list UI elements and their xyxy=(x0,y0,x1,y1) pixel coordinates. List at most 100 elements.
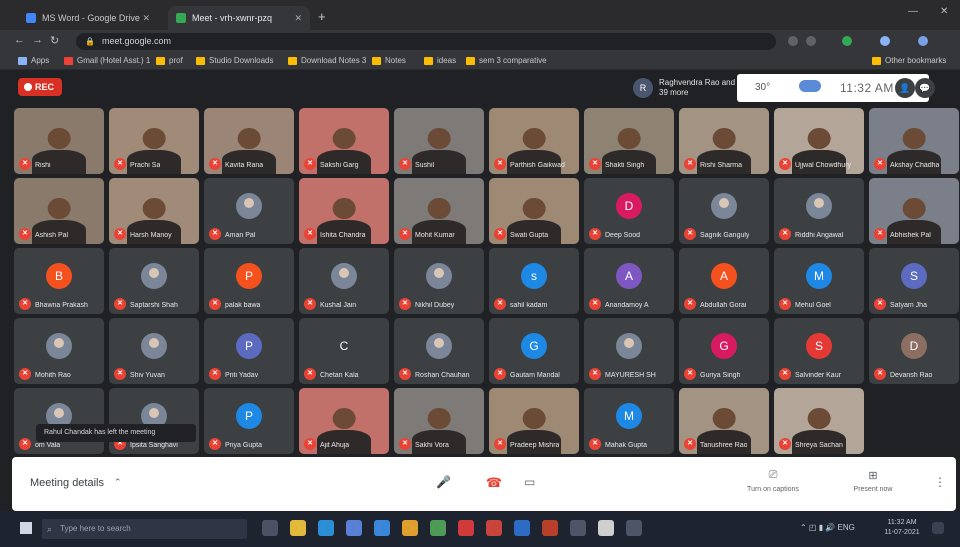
system-tray[interactable]: ⌃ ◰ ▮ 🔊 ENG xyxy=(800,523,855,532)
extension-icon[interactable] xyxy=(880,36,890,46)
task-view-icon[interactable] xyxy=(262,520,278,536)
camera-icon[interactable]: ▭ xyxy=(524,475,535,489)
forward-icon[interactable]: → xyxy=(32,34,43,46)
participant-tile[interactable]: G ✕ Guriya Singh xyxy=(679,318,769,384)
participant-tile[interactable]: P ✕ palak bawa xyxy=(204,248,294,314)
browser-tab[interactable]: MS Word - Google Drive ✕ xyxy=(18,6,158,30)
mail-icon[interactable] xyxy=(374,520,390,536)
app-icon[interactable] xyxy=(542,520,558,536)
browser-tab-active[interactable]: Meet - vrh-xwnr-pzq ✕ xyxy=(168,6,310,30)
participant-tile[interactable]: ✕ Kavita Rana xyxy=(204,108,294,174)
chrome-icon[interactable] xyxy=(430,520,446,536)
microphone-icon[interactable]: 🎤 xyxy=(436,475,451,489)
participant-tile[interactable]: ✕ Ashish Pal xyxy=(14,178,104,244)
participant-tile[interactable]: A ✕ Anandamoy A xyxy=(584,248,674,314)
participant-tile[interactable]: A ✕ Abdullah Gorai xyxy=(679,248,769,314)
participant-tile[interactable]: ✕ Aman Pal xyxy=(204,178,294,244)
file-explorer-icon[interactable] xyxy=(290,520,306,536)
taskbar-search-box[interactable]: ⌕ Type here to search xyxy=(42,519,247,539)
extension-icon[interactable] xyxy=(806,36,816,46)
participant-tile[interactable]: ✕ Roshan Chauhan xyxy=(394,318,484,384)
close-window-icon[interactable]: ✕ xyxy=(940,6,948,17)
bookmark-item[interactable]: Download Notes 3 xyxy=(288,55,366,67)
participant-tile[interactable]: ✕ Ajit Ahuja xyxy=(299,388,389,454)
edge-icon[interactable] xyxy=(318,520,334,536)
chat-icon[interactable]: 💬 xyxy=(915,78,935,98)
address-bar[interactable]: 🔒 meet.google.com xyxy=(76,33,776,50)
participant-tile[interactable]: P ✕ Priya Gupta xyxy=(204,388,294,454)
participant-tile[interactable]: ✕ Saptarshi Shah xyxy=(109,248,199,314)
participant-tile[interactable]: ✕ om Vala xyxy=(14,388,104,454)
people-icon[interactable]: 👤 xyxy=(895,78,915,98)
app-icon[interactable] xyxy=(598,520,614,536)
participant-tile[interactable]: ✕ Nikhil Dubey xyxy=(394,248,484,314)
reload-icon[interactable]: ↻ xyxy=(50,34,59,47)
participant-tile[interactable]: s ✕ sahil kadam xyxy=(489,248,579,314)
participant-tile[interactable]: ✕ Sakhi Vora xyxy=(394,388,484,454)
app-icon[interactable] xyxy=(402,520,418,536)
participant-tile[interactable]: C ✕ Chetan Kala xyxy=(299,318,389,384)
participant-tile[interactable]: P ✕ Priti Yadav xyxy=(204,318,294,384)
bookmark-item[interactable]: prof xyxy=(156,55,183,67)
more-options-icon[interactable]: ⋮ xyxy=(934,475,946,489)
participant-tile[interactable]: ✕ Rishi Sharma xyxy=(679,108,769,174)
participant-tile[interactable]: S ✕ Salvinder Kaur xyxy=(774,318,864,384)
present-button[interactable]: ⊞ Present now xyxy=(838,469,908,493)
participant-tile[interactable]: ✕ Harsh Manoy xyxy=(109,178,199,244)
participant-tile[interactable]: ✕ Mohith Rao xyxy=(14,318,104,384)
store-icon[interactable] xyxy=(346,520,362,536)
windows-start-icon[interactable] xyxy=(20,522,32,534)
notification-icon[interactable] xyxy=(932,522,944,534)
meeting-details-button[interactable]: Meeting details ⌃ xyxy=(30,477,122,489)
back-icon[interactable]: ← xyxy=(14,34,25,46)
app-icon[interactable] xyxy=(626,520,642,536)
participant-tile[interactable]: ✕ Ipsita Sanghavi xyxy=(109,388,199,454)
close-tab-icon[interactable]: ✕ xyxy=(142,6,150,30)
app-icon[interactable] xyxy=(486,520,502,536)
participant-tile[interactable]: ✕ Prachi Sa xyxy=(109,108,199,174)
extension-icon[interactable] xyxy=(842,36,852,46)
participant-tile[interactable]: M ✕ Mehul Goel xyxy=(774,248,864,314)
participant-tile[interactable]: ✕ Sakshi Garg xyxy=(299,108,389,174)
participant-tile[interactable]: ✕ Abhishek Pal xyxy=(869,178,959,244)
app-icon[interactable] xyxy=(458,520,474,536)
participant-tile[interactable]: D ✕ Deep Sood xyxy=(584,178,674,244)
new-tab-icon[interactable]: + xyxy=(318,9,326,24)
participant-tile[interactable]: ✕ Ishita Chandra xyxy=(299,178,389,244)
bookmark-item[interactable]: Apps xyxy=(18,55,49,67)
extension-icon[interactable] xyxy=(788,36,798,46)
participant-tile[interactable]: D ✕ Devansh Rao xyxy=(869,318,959,384)
bookmark-item[interactable]: sem 3 comparative xyxy=(466,55,547,67)
participant-tile[interactable]: ✕ Shreya Sachan xyxy=(774,388,864,454)
participant-tile[interactable]: ✕ Swati Gupta xyxy=(489,178,579,244)
participant-tile[interactable]: ✕ Tanushree Rao xyxy=(679,388,769,454)
bookmark-item[interactable]: Studio Downloads xyxy=(196,55,273,67)
participant-tile[interactable]: B ✕ Bhawna Prakash xyxy=(14,248,104,314)
profile-avatar-icon[interactable] xyxy=(918,36,928,46)
participant-tile[interactable]: ✕ Rishi xyxy=(14,108,104,174)
bookmark-item[interactable]: Other bookmarks xyxy=(872,55,946,67)
participant-tile[interactable]: ✕ Akshay Chadha xyxy=(869,108,959,174)
participant-tile[interactable]: ✕ Shiv Yuvan xyxy=(109,318,199,384)
leave-call-icon[interactable]: ☎ xyxy=(480,473,508,493)
participant-tile[interactable]: ✕ MAYURESH SH xyxy=(584,318,674,384)
participant-tile[interactable]: ✕ Sagnik Ganguly xyxy=(679,178,769,244)
captions-button[interactable]: ⎚ Turn on captions xyxy=(738,469,808,493)
participant-tile[interactable]: S ✕ Satyam Jha xyxy=(869,248,959,314)
participant-tile[interactable]: ✕ Riddhi Angawal xyxy=(774,178,864,244)
participant-tile[interactable]: ✕ Ujjwal Chowdhury xyxy=(774,108,864,174)
participant-tile[interactable]: ✕ Parthish Gaikwad xyxy=(489,108,579,174)
bookmark-item[interactable]: Notes xyxy=(372,55,406,67)
participant-tile[interactable]: ✕ Kushal Jain xyxy=(299,248,389,314)
participant-tile[interactable]: ✕ Sushil xyxy=(394,108,484,174)
taskbar-clock[interactable]: 11:32 AM 11-07-2021 xyxy=(880,518,924,538)
minimize-icon[interactable]: — xyxy=(908,6,918,17)
participant-tile[interactable]: G ✕ Gautam Mandal xyxy=(489,318,579,384)
word-icon[interactable] xyxy=(514,520,530,536)
participant-tile[interactable]: M ✕ Mahak Gupta xyxy=(584,388,674,454)
participant-tile[interactable]: ✕ Shakti Singh xyxy=(584,108,674,174)
close-tab-icon[interactable]: ✕ xyxy=(294,6,302,30)
bookmark-item[interactable]: Gmail (Hotel Asst.) 1 xyxy=(64,55,150,67)
participant-tile[interactable]: ✕ Mohit Kumar xyxy=(394,178,484,244)
app-icon[interactable] xyxy=(570,520,586,536)
